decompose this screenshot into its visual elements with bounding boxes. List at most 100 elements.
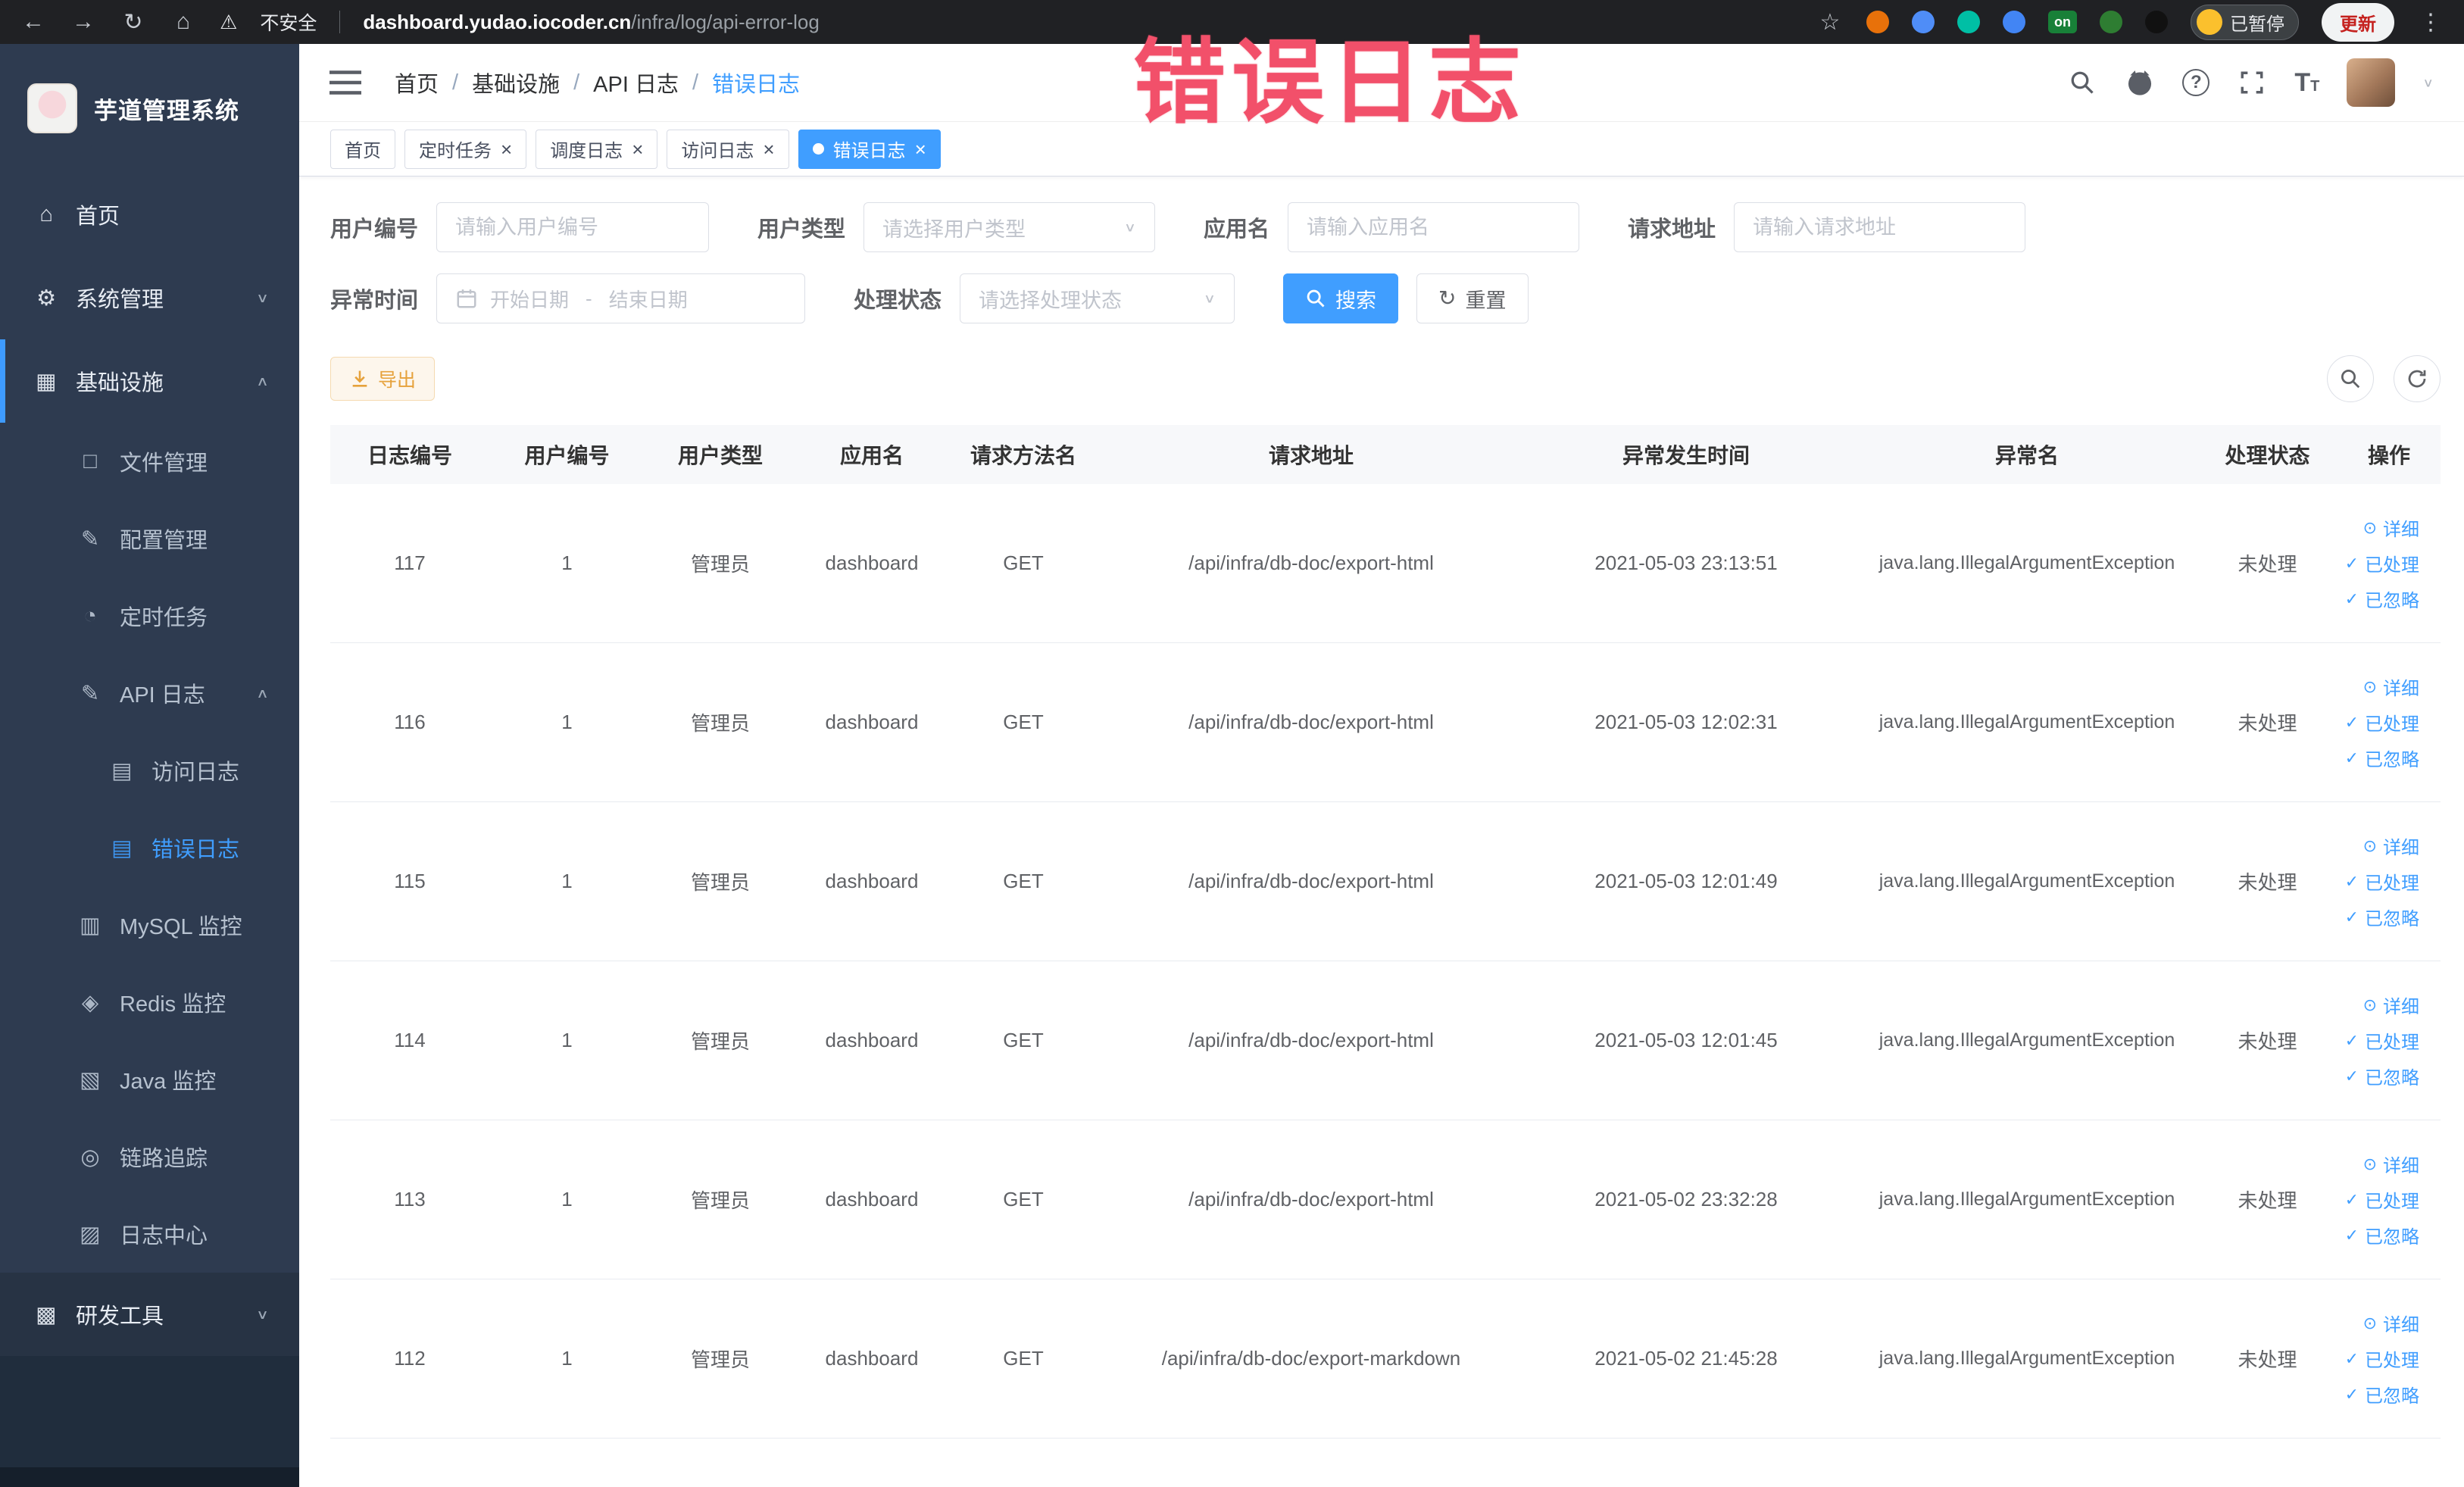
chevron-icon: ∧ [256,373,269,389]
check-icon: ✓ [2344,871,2359,891]
sidebar-item[interactable]: ▦ 基础设施 ∧ [0,339,299,423]
extension-on-badge[interactable]: on [2048,11,2077,33]
sidebar-item[interactable]: ▨ 日志中心 [0,1195,299,1273]
processed-link[interactable]: ✓ 已处理 [2345,1027,2419,1054]
kebab-menu-icon[interactable]: ⋮ [2417,9,2444,36]
collapse-sidebar-icon[interactable] [329,69,361,96]
sidebar-item[interactable]: ▩ 研发工具 ∨ [0,1273,299,1356]
sidebar-item[interactable]: ▤ 访问日志 [0,732,299,809]
ignored-link[interactable]: ✓ 已忽略 [2345,745,2419,771]
ignored-link-label: 已忽略 [2365,750,2419,770]
close-icon[interactable]: × [763,139,774,159]
help-icon[interactable]: ? [2182,69,2210,96]
back-icon[interactable]: ← [20,9,47,35]
close-icon[interactable]: × [501,139,512,159]
menu-item-label: 日志中心 [120,1224,208,1248]
home-icon[interactable]: ⌂ [170,9,197,35]
reload-icon[interactable]: ↻ [120,9,147,36]
logo[interactable]: 芋道管理系统 [0,44,299,173]
detail-link[interactable]: ⊙ 详细 [2363,833,2419,859]
search-button[interactable]: 搜索 [1283,273,1399,323]
sidebar-item[interactable]: □ 文件管理 [0,423,299,500]
ignored-link[interactable]: ✓ 已忽略 [2345,586,2419,612]
view-tab[interactable]: 定时任务 × [404,129,527,169]
user-avatar[interactable] [2347,58,2396,107]
export-button[interactable]: 导出 [330,357,436,401]
sidebar-item[interactable]: ✎ API 日志 ∧ [0,654,299,732]
search-icon[interactable] [2067,67,2097,98]
view-tab[interactable]: 首页 [330,129,395,169]
sidebar-item[interactable]: ◔ 定时任务 [0,577,299,654]
extension-icon[interactable] [2100,11,2122,33]
close-icon[interactable]: × [632,139,643,159]
ignored-link[interactable]: ✓ 已忽略 [2345,1381,2419,1407]
detail-link[interactable]: ⊙ 详细 [2363,514,2419,541]
reset-button[interactable]: ↻ 重置 [1416,273,1529,323]
cell-log-id: 112 [394,1347,426,1370]
sidebar-item[interactable]: ▤ 错误日志 [0,809,299,886]
sidebar-item[interactable]: ◈ Redis 监控 [0,964,299,1041]
ignored-link[interactable]: ✓ 已忽略 [2345,1222,2419,1248]
font-size-icon[interactable]: TT [2294,68,2319,98]
profile-paused-chip[interactable]: 已暂停 [2191,4,2299,40]
address-bar[interactable]: dashboard.yudao.iocoder.cn /infra/log/ap… [363,11,820,34]
browser-chrome: ← → ↻ ⌂ ⚠ 不安全 dashboard.yudao.iocoder.cn… [0,0,2464,44]
breadcrumb-label[interactable]: 首页 [395,67,439,98]
github-icon[interactable] [2125,67,2155,98]
extension-icon[interactable] [1912,11,1935,33]
sidebar-item[interactable]: ⌂ 首页 [0,173,299,256]
security-label[interactable]: 不安全 [260,8,317,36]
view-tab[interactable]: 错误日志 × [798,129,941,169]
detail-link[interactable]: ⊙ 详细 [2363,1310,2419,1336]
app-name-input[interactable] [1288,202,1580,252]
breadcrumb-label[interactable]: API 日志 [593,67,679,98]
breadcrumb-item[interactable]: 错误日志 [712,67,800,98]
eye-icon: ⊙ [2363,836,2377,855]
sidebar-item[interactable]: ◎ 链路追踪 [0,1118,299,1195]
detail-link[interactable]: ⊙ 详细 [2363,992,2419,1018]
breadcrumb-item[interactable]: 基础设施 / [472,67,579,98]
close-icon[interactable]: × [915,139,926,159]
detail-link[interactable]: ⊙ 详细 [2363,1151,2419,1177]
update-button[interactable]: 更新 [2322,2,2394,42]
sidebar-item[interactable]: ⚙ 系统管理 ∨ [0,256,299,339]
sidebar-item[interactable]: ▧ Java 监控 [0,1041,299,1118]
menu-item-icon: ▦ [36,369,57,394]
tab-bar: 首页 定时任务 × 调度日志 × 访问日志 × 错误日志 × [299,122,2464,177]
filter-label: 异常时间 [330,289,419,313]
sidebar-item[interactable]: ✎ 配置管理 [0,500,299,577]
processed-link[interactable]: ✓ 已处理 [2345,868,2419,895]
extension-icon[interactable] [2145,11,2168,33]
view-tab[interactable]: 访问日志 × [667,129,789,169]
breadcrumb-item[interactable]: 首页 / [395,67,458,98]
refresh-button[interactable] [2394,355,2441,402]
detail-link[interactable]: ⊙ 详细 [2363,673,2419,700]
cell-app-name: dashboard [825,551,919,574]
sidebar-item[interactable]: ▥ MySQL 监控 [0,886,299,964]
processed-link[interactable]: ✓ 已处理 [2345,1186,2419,1213]
chevron-down-icon[interactable]: ∨ [2422,75,2434,90]
forward-icon[interactable]: → [70,9,97,35]
processed-link[interactable]: ✓ 已处理 [2345,709,2419,736]
cell-log-id: 113 [394,1188,426,1211]
extension-icon[interactable] [1866,11,1889,33]
processed-link[interactable]: ✓ 已处理 [2345,1345,2419,1372]
ignored-link[interactable]: ✓ 已忽略 [2345,1063,2419,1089]
extension-icon[interactable] [1957,11,1980,33]
ignored-link[interactable]: ✓ 已忽略 [2345,904,2419,930]
date-range-picker[interactable]: 开始日期 - 结束日期 [436,273,806,323]
bookmark-star-icon[interactable]: ☆ [1816,9,1844,36]
process-status-select[interactable]: 请选择处理状态 ∨ [960,273,1235,323]
request-url-input[interactable] [1734,202,2026,252]
user-type-select[interactable]: 请选择用户类型 ∨ [863,202,1156,252]
breadcrumb-label[interactable]: 基础设施 [472,67,560,98]
fullscreen-icon[interactable] [2237,67,2267,98]
view-tab[interactable]: 调度日志 × [536,129,658,169]
breadcrumb-item[interactable]: API 日志 / [593,67,698,98]
breadcrumb-label[interactable]: 错误日志 [712,67,800,98]
extension-icon[interactable] [2003,11,2025,33]
user-id-input[interactable] [436,202,710,252]
menu-item-icon: ▤ [111,758,133,783]
processed-link[interactable]: ✓ 已处理 [2345,550,2419,576]
hide-search-button[interactable] [2327,355,2374,402]
